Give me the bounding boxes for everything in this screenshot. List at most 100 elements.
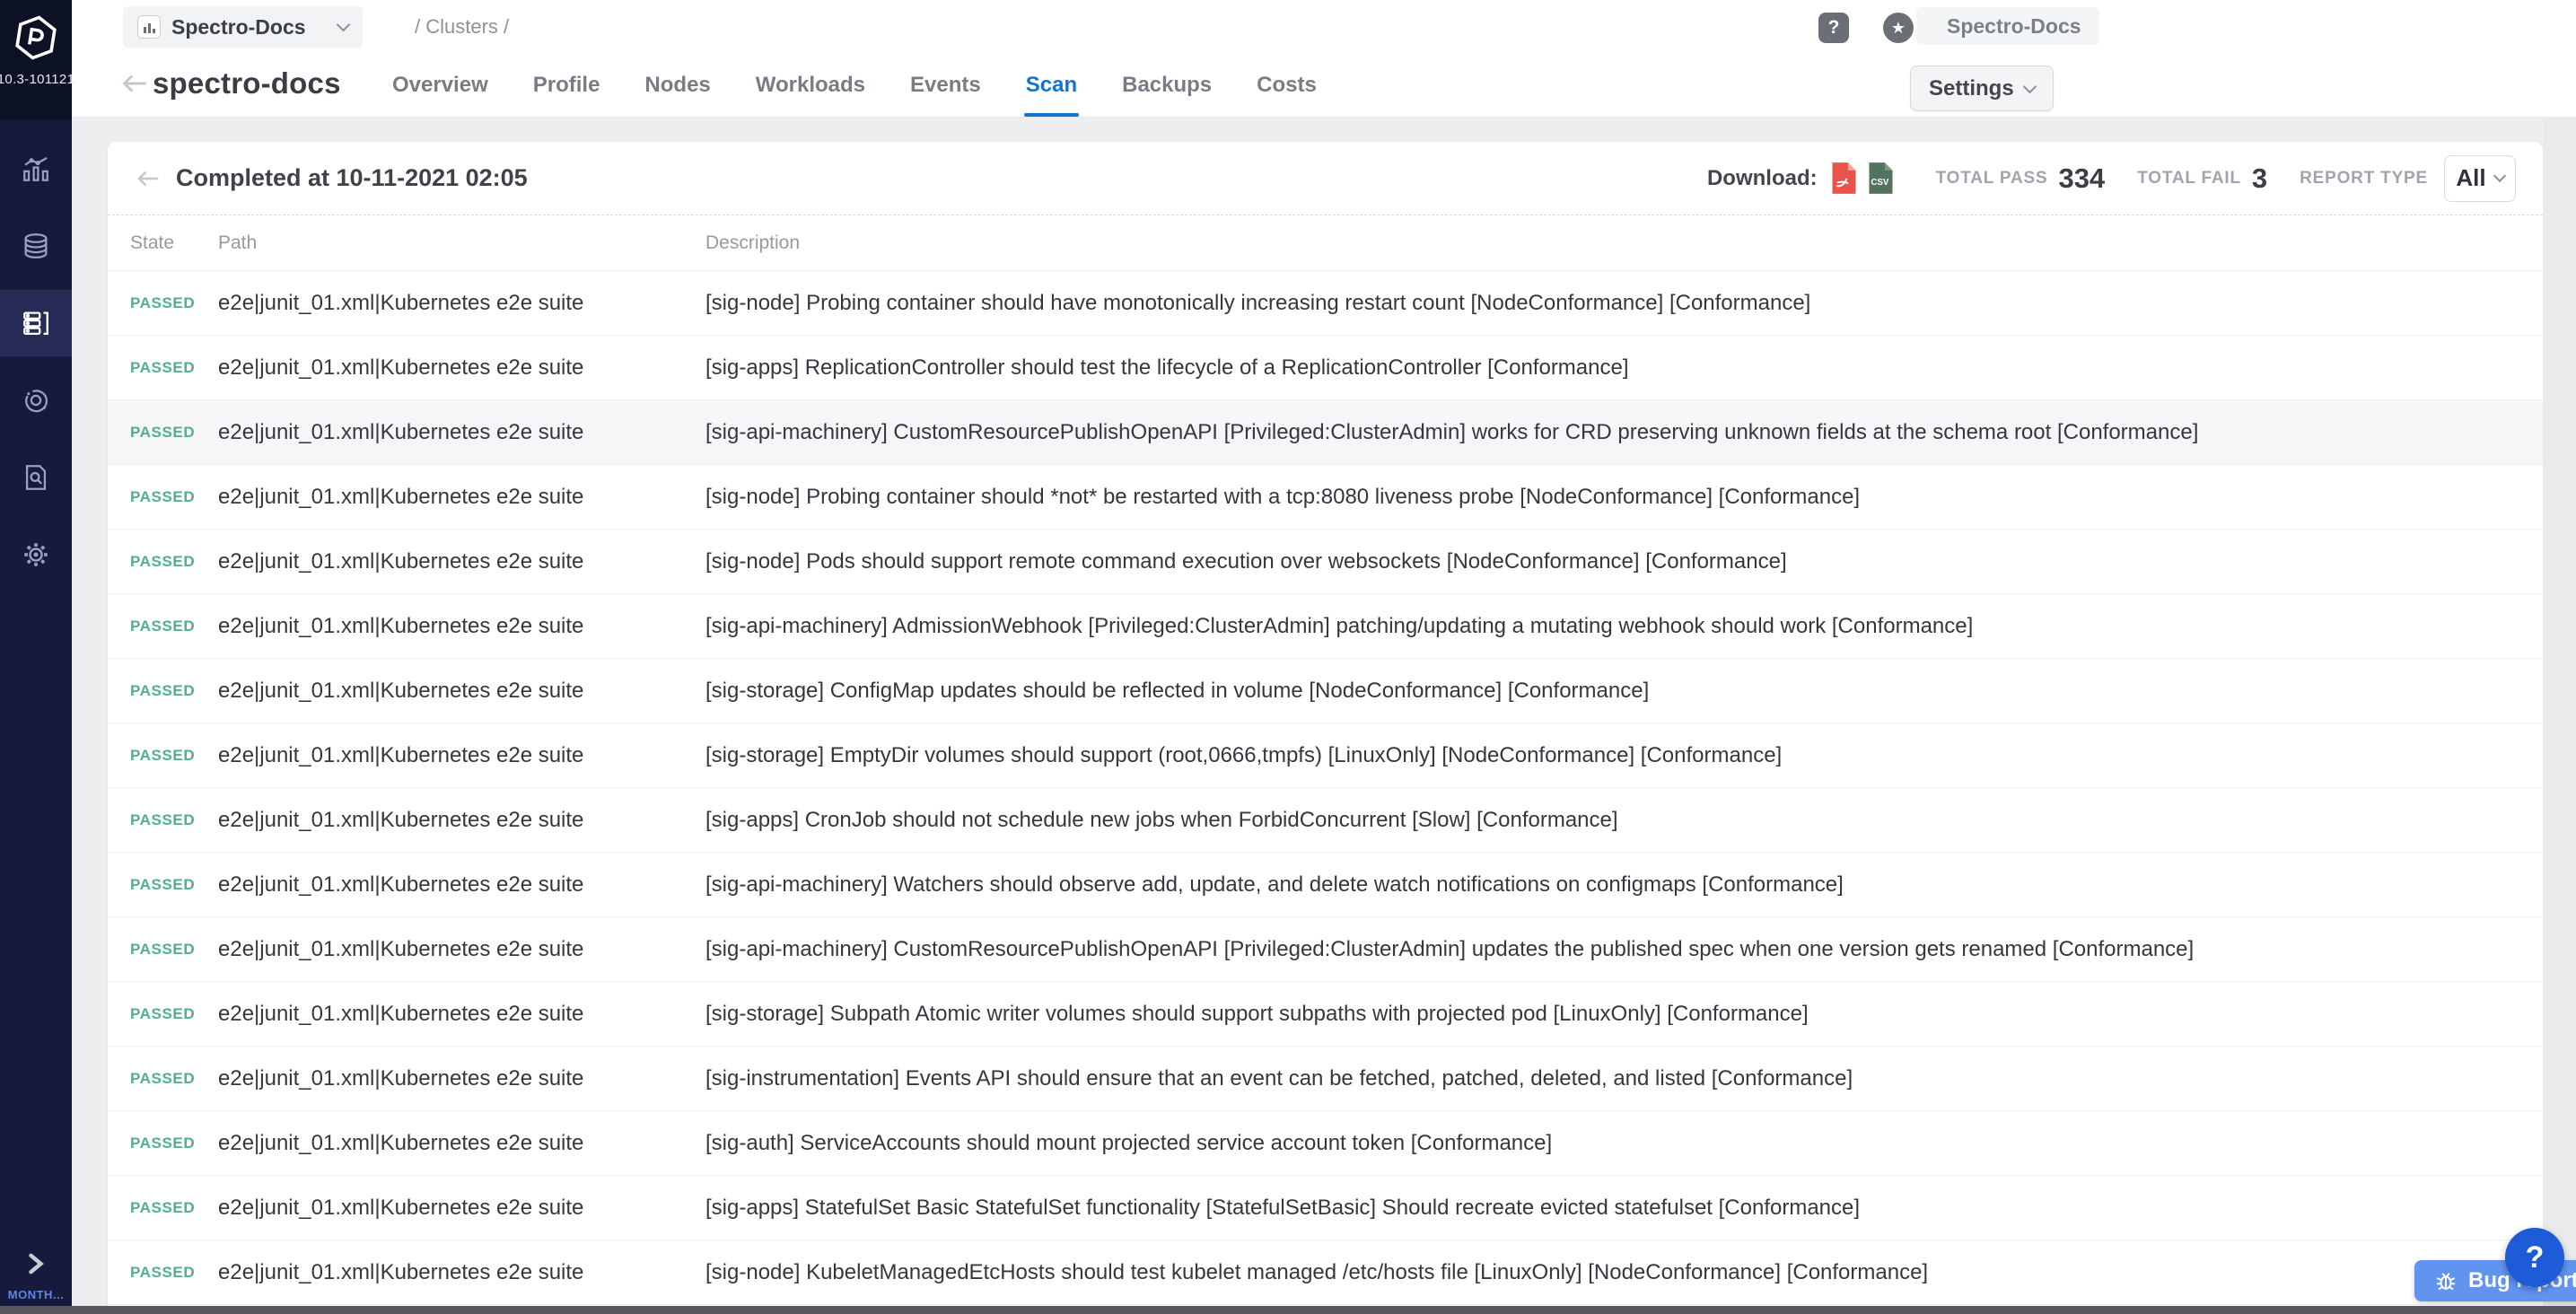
workspaces-orbit-icon — [21, 385, 51, 416]
clusters-icon — [21, 308, 51, 338]
row-path: e2e|junit_01.xml|Kubernetes e2e suite — [218, 614, 705, 639]
palette-logo-icon — [14, 14, 57, 61]
sidebar-item-clusters[interactable] — [0, 290, 72, 356]
chevron-down-icon — [2493, 170, 2506, 182]
vertical-scrollbar[interactable] — [2543, 117, 2576, 1307]
sidebar-item-workspaces[interactable] — [0, 367, 72, 434]
sidebar: 10.3-101121 — [0, 0, 72, 1314]
row-path: e2e|junit_01.xml|Kubernetes e2e suite — [218, 1260, 705, 1285]
settings-gear-icon — [21, 539, 51, 570]
help-icon[interactable]: ? — [1818, 13, 1849, 43]
project-selector[interactable]: Spectro-Docs — [123, 6, 363, 48]
row-path: e2e|junit_01.xml|Kubernetes e2e suite — [218, 937, 705, 962]
table-row[interactable]: PASSED e2e|junit_01.xml|Kubernetes e2e s… — [108, 917, 2543, 982]
table-row[interactable]: PASSED e2e|junit_01.xml|Kubernetes e2e s… — [108, 1176, 2543, 1240]
table-row[interactable]: PASSED e2e|junit_01.xml|Kubernetes e2e s… — [108, 1111, 2543, 1176]
profiles-stack-icon — [21, 231, 51, 261]
row-description: [sig-instrumentation] Events API should … — [705, 1066, 2543, 1091]
table-row[interactable]: PASSED e2e|junit_01.xml|Kubernetes e2e s… — [108, 530, 2543, 594]
sidebar-item-settings[interactable] — [0, 521, 72, 588]
row-path: e2e|junit_01.xml|Kubernetes e2e suite — [218, 1131, 705, 1156]
report-type-label: REPORT TYPE — [2300, 169, 2428, 188]
scan-completed-title: Completed at 10-11-2021 02:05 — [176, 164, 528, 192]
report-type-value: All — [2456, 164, 2485, 192]
sidebar-item-metrics[interactable] — [0, 136, 72, 202]
column-header-state: State — [130, 232, 218, 254]
topbar: Spectro-Docs / Clusters / ? ★ Spectro-Do… — [72, 0, 2576, 118]
total-pass-value: 334 — [2058, 162, 2105, 195]
tab-nodes[interactable]: Nodes — [643, 73, 712, 98]
row-description: [sig-api-machinery] AdmissionWebhook [Pr… — [705, 614, 2543, 639]
project-icon — [137, 15, 161, 39]
row-description: [sig-api-machinery] Watchers should obse… — [705, 872, 2543, 898]
row-path: e2e|junit_01.xml|Kubernetes e2e suite — [218, 1002, 705, 1027]
status-badge: PASSED — [130, 747, 195, 764]
table-body: PASSED e2e|junit_01.xml|Kubernetes e2e s… — [108, 271, 2543, 1305]
scan-header: Completed at 10-11-2021 02:05 Download: … — [108, 142, 2543, 215]
sidebar-item-profiles[interactable] — [0, 213, 72, 279]
row-description: [sig-apps] CronJob should not schedule n… — [705, 808, 2543, 833]
tab-overview[interactable]: Overview — [390, 73, 490, 98]
horizontal-scrollbar[interactable] — [0, 1306, 2576, 1314]
tab-scan[interactable]: Scan — [1024, 73, 1079, 98]
table-row[interactable]: PASSED e2e|junit_01.xml|Kubernetes e2e s… — [108, 400, 2543, 465]
tab-workloads[interactable]: Workloads — [754, 73, 867, 98]
project-badge[interactable]: Spectro-Docs — [1916, 7, 2099, 45]
table-row[interactable]: PASSED e2e|junit_01.xml|Kubernetes e2e s… — [108, 659, 2543, 723]
status-badge: PASSED — [130, 682, 195, 699]
tab-events[interactable]: Events — [908, 73, 983, 98]
status-badge: PASSED — [130, 1005, 195, 1022]
settings-button[interactable]: Settings — [1910, 66, 2054, 111]
table-row[interactable]: PASSED e2e|junit_01.xml|Kubernetes e2e s… — [108, 594, 2543, 659]
tab-backups[interactable]: Backups — [1120, 73, 1214, 98]
expand-sidebar-icon[interactable] — [26, 1252, 46, 1275]
row-description: [sig-api-machinery] CustomResourcePublis… — [705, 420, 2543, 445]
row-description: [sig-node] KubeletManagedEtcHosts should… — [705, 1260, 2543, 1285]
row-path: e2e|junit_01.xml|Kubernetes e2e suite — [218, 808, 705, 833]
row-path: e2e|junit_01.xml|Kubernetes e2e suite — [218, 1066, 705, 1091]
tab-profile[interactable]: Profile — [531, 73, 602, 98]
audit-search-icon — [21, 462, 51, 493]
table-row[interactable]: PASSED e2e|junit_01.xml|Kubernetes e2e s… — [108, 788, 2543, 853]
table-header: State Path Description — [108, 215, 2543, 271]
back-arrow-icon[interactable] — [119, 70, 150, 101]
table-row[interactable]: PASSED e2e|junit_01.xml|Kubernetes e2e s… — [108, 465, 2543, 530]
column-header-description: Description — [705, 232, 2543, 254]
row-description: [sig-auth] ServiceAccounts should mount … — [705, 1131, 2543, 1156]
app-root: 10.3-101121 — [0, 0, 2576, 1314]
table-row[interactable]: PASSED e2e|junit_01.xml|Kubernetes e2e s… — [108, 1240, 2543, 1305]
month-label[interactable]: MONTH... — [8, 1288, 65, 1301]
pdf-file-icon[interactable] — [1830, 161, 1858, 196]
tab-costs[interactable]: Costs — [1255, 73, 1319, 98]
scan-back-arrow-icon[interactable] — [135, 167, 162, 190]
status-badge: PASSED — [130, 811, 195, 828]
version-label: 10.3-101121 — [0, 72, 74, 87]
table-row[interactable]: PASSED e2e|junit_01.xml|Kubernetes e2e s… — [108, 271, 2543, 336]
sidebar-footer: MONTH... — [0, 1252, 72, 1301]
breadcrumb[interactable]: / Clusters / — [415, 0, 509, 54]
cluster-tabs: Overview Profile Nodes Workloads Events Scan B… — [390, 54, 1319, 117]
chevron-down-icon — [336, 18, 350, 32]
page-title: spectro-docs — [153, 66, 341, 101]
chevron-down-icon — [2022, 79, 2037, 93]
row-description: [sig-storage] Subpath Atomic writer volu… — [705, 1002, 2543, 1027]
total-fail-label: TOTAL FAIL — [2137, 169, 2241, 188]
row-description: [sig-storage] EmptyDir volumes should su… — [705, 743, 2543, 768]
settings-button-label: Settings — [1929, 76, 2014, 101]
row-description: [sig-storage] ConfigMap updates should b… — [705, 679, 2543, 704]
table-row[interactable]: PASSED e2e|junit_01.xml|Kubernetes e2e s… — [108, 723, 2543, 788]
sidebar-item-audit[interactable] — [0, 444, 72, 511]
row-path: e2e|junit_01.xml|Kubernetes e2e suite — [218, 679, 705, 704]
bug-icon — [2434, 1269, 2458, 1292]
table-row[interactable]: PASSED e2e|junit_01.xml|Kubernetes e2e s… — [108, 982, 2543, 1047]
report-type-select[interactable]: All — [2444, 155, 2516, 202]
table-row[interactable]: PASSED e2e|junit_01.xml|Kubernetes e2e s… — [108, 336, 2543, 400]
help-fab[interactable]: ? — [2505, 1228, 2564, 1287]
table-row[interactable]: PASSED e2e|junit_01.xml|Kubernetes e2e s… — [108, 853, 2543, 917]
status-badge: PASSED — [130, 359, 195, 376]
star-icon[interactable]: ★ — [1883, 13, 1914, 43]
table-row[interactable]: PASSED e2e|junit_01.xml|Kubernetes e2e s… — [108, 1047, 2543, 1111]
csv-file-icon[interactable]: CSV — [1867, 161, 1895, 196]
row-path: e2e|junit_01.xml|Kubernetes e2e suite — [218, 355, 705, 381]
status-badge: PASSED — [130, 1134, 195, 1152]
